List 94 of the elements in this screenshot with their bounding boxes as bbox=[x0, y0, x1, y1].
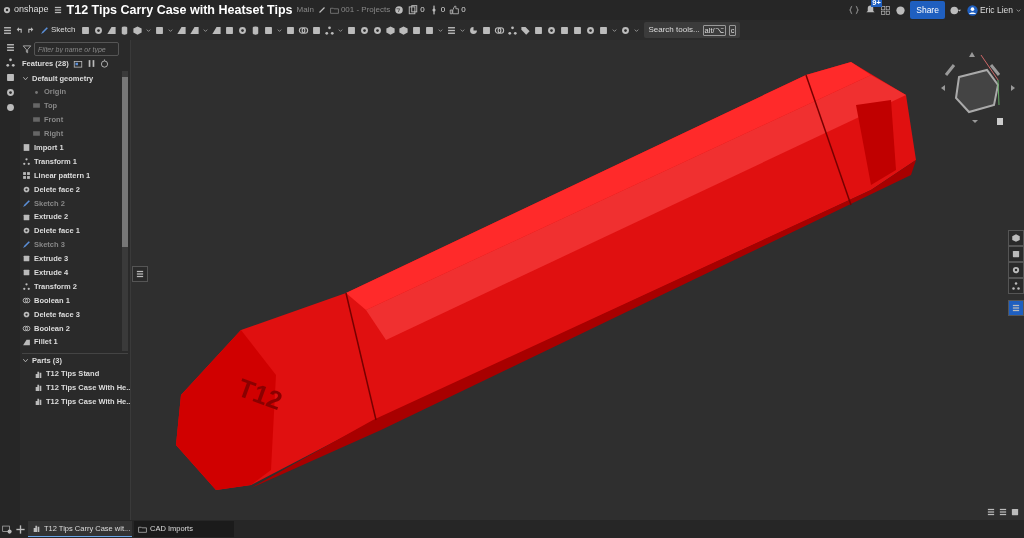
stack-icon[interactable] bbox=[986, 507, 996, 517]
grid-icon bbox=[22, 170, 31, 180]
shapes-icon bbox=[22, 157, 31, 167]
square-icon[interactable] bbox=[559, 24, 571, 36]
wedge-icon[interactable] bbox=[189, 24, 201, 36]
square-icon[interactable] bbox=[533, 24, 545, 36]
square-icon bbox=[1011, 249, 1021, 259]
view-tool-button[interactable] bbox=[1008, 230, 1024, 246]
pause-icon[interactable] bbox=[86, 59, 96, 69]
help-icon[interactable] bbox=[948, 4, 963, 16]
rings-icon[interactable] bbox=[298, 24, 310, 36]
logo-text: onshape bbox=[14, 3, 49, 17]
part-icon bbox=[34, 397, 43, 407]
wedge-icon[interactable] bbox=[176, 24, 188, 36]
user-name[interactable]: Eric Lien bbox=[979, 3, 1013, 17]
redo-icon[interactable] bbox=[26, 25, 35, 35]
pie-icon[interactable] bbox=[468, 24, 480, 36]
filter-icon[interactable] bbox=[22, 44, 32, 54]
counter-value: 0 bbox=[461, 4, 466, 16]
branch-label[interactable]: Main bbox=[296, 4, 314, 16]
caret-icon[interactable] bbox=[167, 26, 175, 34]
caret-icon[interactable] bbox=[202, 26, 210, 34]
shapes-icon bbox=[22, 282, 31, 292]
counter-value: 0 bbox=[440, 4, 446, 16]
square-icon[interactable] bbox=[411, 24, 423, 36]
square-icon[interactable] bbox=[285, 24, 297, 36]
rings-icon bbox=[22, 295, 31, 305]
undo-icon[interactable] bbox=[15, 25, 24, 35]
document-icon bbox=[22, 143, 31, 153]
sketch-button[interactable]: Sketch bbox=[37, 24, 79, 36]
square-icon[interactable] bbox=[154, 24, 166, 36]
caret-icon[interactable] bbox=[337, 26, 345, 34]
part-icon bbox=[32, 524, 41, 533]
list-icon[interactable] bbox=[2, 24, 13, 36]
thumb-up-icon[interactable] bbox=[449, 5, 460, 15]
dots-icon bbox=[1011, 281, 1021, 291]
caret-icon[interactable] bbox=[437, 26, 445, 34]
stopwatch-icon[interactable] bbox=[99, 59, 109, 69]
pencil-icon bbox=[22, 240, 31, 250]
list-icon[interactable] bbox=[4, 42, 16, 53]
wedge-icon[interactable] bbox=[106, 24, 118, 36]
caret-icon[interactable] bbox=[145, 26, 153, 34]
pencil-icon bbox=[40, 25, 49, 35]
square-icon[interactable] bbox=[346, 24, 358, 36]
square-icon[interactable] bbox=[263, 24, 275, 36]
engraved-label: T12 bbox=[233, 372, 287, 416]
square-icon[interactable] bbox=[224, 24, 236, 36]
square-icon[interactable] bbox=[80, 24, 92, 36]
menu-icon[interactable] bbox=[52, 5, 63, 15]
counter-value: 0 bbox=[420, 4, 425, 16]
view-tool-button[interactable] bbox=[1008, 278, 1024, 294]
share-button[interactable]: Share bbox=[910, 0, 945, 20]
chevron-down-icon[interactable] bbox=[22, 74, 29, 82]
caret-icon[interactable] bbox=[276, 26, 284, 34]
folder-plus-icon[interactable] bbox=[72, 58, 83, 69]
wedge-icon[interactable] bbox=[211, 24, 223, 36]
wedge-icon bbox=[22, 337, 31, 347]
view-tool-button[interactable] bbox=[1008, 246, 1024, 262]
square-icon[interactable] bbox=[1010, 507, 1020, 517]
avatar-icon bbox=[966, 4, 978, 16]
scrollbar[interactable] bbox=[122, 71, 128, 352]
stack-icon[interactable] bbox=[998, 507, 1008, 517]
folder-link[interactable]: 001 - Projects bbox=[340, 4, 391, 16]
document-title: T12 Tips Carry Case with Heatset Tips bbox=[66, 1, 293, 19]
list-icon bbox=[135, 269, 145, 279]
pencil-icon bbox=[22, 198, 31, 208]
dots-icon[interactable] bbox=[324, 24, 336, 36]
view-tool-button[interactable] bbox=[1008, 262, 1024, 278]
part-icon bbox=[34, 383, 43, 393]
rings-icon bbox=[22, 323, 31, 333]
plus-icon[interactable] bbox=[15, 523, 26, 535]
list-toggle[interactable] bbox=[132, 266, 148, 282]
rings-icon[interactable] bbox=[494, 24, 506, 36]
dots-icon[interactable] bbox=[507, 24, 519, 36]
part-icon bbox=[34, 369, 43, 379]
caret-icon[interactable] bbox=[459, 26, 467, 34]
caret-icon[interactable] bbox=[633, 26, 641, 34]
link-icon[interactable] bbox=[317, 6, 326, 14]
tag-icon[interactable] bbox=[520, 24, 532, 36]
view-tool-button[interactable] bbox=[1008, 300, 1024, 316]
lines-icon[interactable] bbox=[446, 24, 458, 36]
square-icon[interactable] bbox=[481, 24, 493, 36]
square-icon[interactable] bbox=[598, 24, 610, 36]
folder-icon bbox=[138, 524, 147, 534]
square-icon[interactable] bbox=[311, 24, 323, 36]
square-icon[interactable] bbox=[572, 24, 584, 36]
caret-icon[interactable] bbox=[611, 26, 619, 34]
square-icon[interactable] bbox=[424, 24, 436, 36]
apps-icon[interactable] bbox=[880, 4, 892, 16]
chevron-down-icon[interactable] bbox=[22, 357, 29, 365]
caret-icon[interactable] bbox=[1015, 6, 1022, 14]
lines-icon bbox=[1011, 303, 1021, 313]
document-icon[interactable] bbox=[408, 5, 419, 15]
view-cube-drawing[interactable] bbox=[941, 52, 1015, 125]
